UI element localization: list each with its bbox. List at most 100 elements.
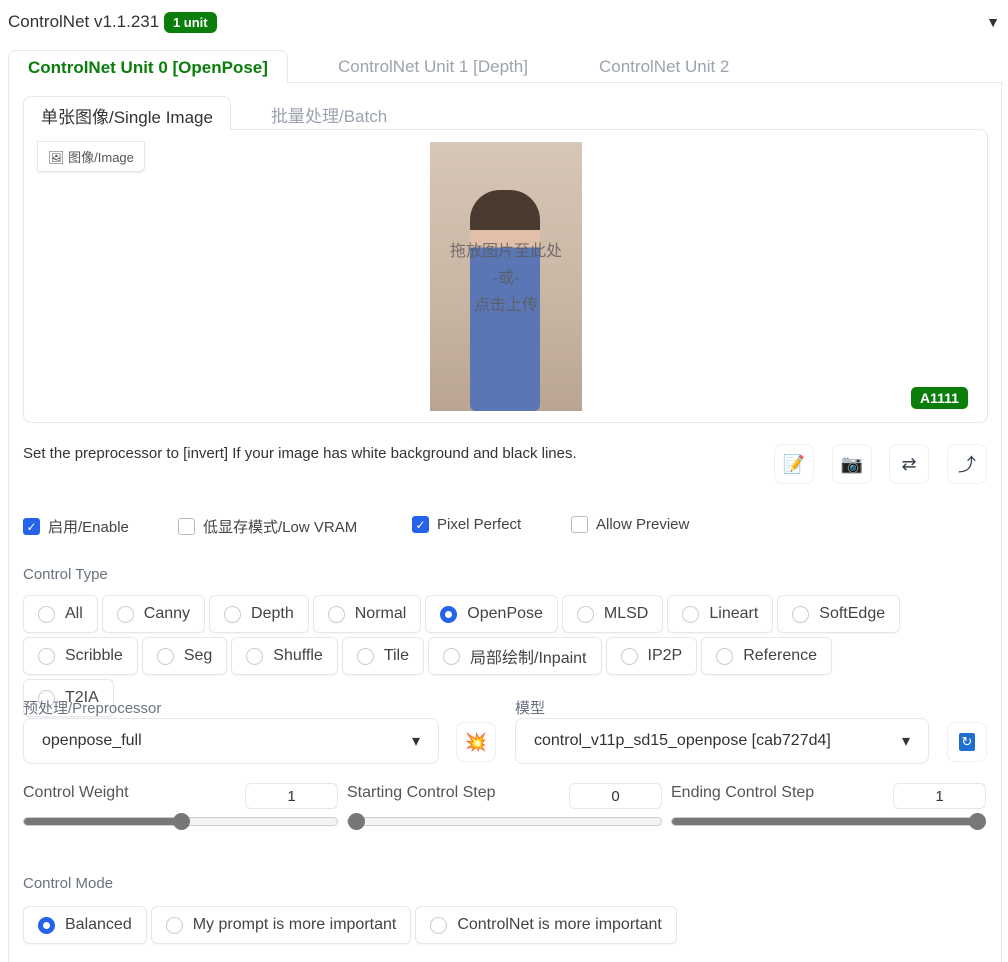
header[interactable]: ControlNet v1.1.231 1 unit — [8, 12, 217, 33]
radio-option[interactable]: Scribble — [23, 637, 138, 675]
radio-option[interactable]: Depth — [209, 595, 309, 633]
drop-line: 拖放图片至此处 — [449, 243, 562, 260]
radio-label: OpenPose — [467, 605, 543, 622]
low-vram-checkbox[interactable]: 低显存模式/Low VRAM — [178, 516, 357, 537]
radio-option[interactable]: MLSD — [561, 595, 664, 633]
check-icon: ✓ — [412, 516, 429, 533]
tab-single-image[interactable]: 单张图像/Single Image — [23, 96, 231, 130]
radio-option[interactable]: Lineart — [667, 595, 774, 633]
radio-label: IP2P — [647, 647, 683, 664]
radio-dot — [356, 647, 374, 665]
tab-unit-0[interactable]: ControlNet Unit 0 [OpenPose] — [8, 50, 288, 83]
drop-hint: 拖放图片至此处 -或- 点击上传 — [430, 238, 582, 319]
radio-option[interactable]: SoftEdge — [777, 595, 901, 633]
radio-option[interactable]: OpenPose — [425, 595, 558, 633]
checkbox-box — [571, 516, 588, 533]
radio-option[interactable]: Reference — [701, 637, 833, 675]
tab-unit-1[interactable]: ControlNet Unit 1 [Depth] — [319, 50, 547, 83]
hint-text: Set the preprocessor to [invert] If your… — [23, 445, 577, 462]
radio-label: Shuffle — [273, 647, 323, 664]
pixel-perfect-checkbox[interactable]: ✓ Pixel Perfect — [412, 516, 521, 533]
radio-dot — [576, 605, 594, 623]
slider-track[interactable] — [347, 813, 662, 830]
radio-dot — [38, 916, 55, 934]
image-icon: 🖼 — [48, 150, 65, 165]
slider-track[interactable] — [671, 813, 987, 830]
control-mode-group: Balanced My prompt is more important Contr… — [23, 906, 923, 944]
radio-option[interactable]: Shuffle — [231, 637, 338, 675]
radio-label: Normal — [354, 605, 407, 622]
radio-option[interactable]: Balanced — [23, 906, 147, 944]
slider-track[interactable] — [23, 813, 338, 830]
radio-label: All — [65, 605, 83, 622]
allow-preview-checkbox[interactable]: Allow Preview — [571, 516, 689, 533]
radio-label: Balanced — [65, 916, 132, 933]
radio-option[interactable]: IP2P — [605, 637, 698, 675]
drop-line: -或- — [492, 270, 520, 287]
unit-count-badge: 1 unit — [163, 12, 217, 33]
run-preprocessor-icon[interactable]: 💥 — [456, 722, 496, 762]
radio-dot — [440, 605, 458, 623]
checkbox-label: Pixel Perfect — [437, 516, 522, 533]
radio-dot — [38, 647, 55, 665]
radio-dot — [165, 916, 183, 934]
radio-dot — [620, 647, 638, 665]
slider-number-input[interactable]: 1 — [245, 783, 338, 809]
radio-label: ControlNet is more important — [457, 916, 662, 933]
swap-icon[interactable]: ⇄ — [889, 444, 929, 484]
check-icon: ✓ — [23, 518, 40, 535]
slider-label: Ending Control Step — [671, 784, 815, 801]
slider-label: Starting Control Step — [347, 784, 496, 801]
radio-label: MLSD — [603, 605, 649, 622]
control-mode-label: Control Mode — [23, 875, 114, 892]
model-value: control_v11p_sd15_openpose [cab727d4] — [534, 732, 831, 749]
preprocessor-label: 预处理/Preprocessor — [23, 700, 162, 717]
radio-dot — [443, 647, 460, 665]
radio-label: Canny — [143, 605, 191, 622]
radio-dot — [716, 647, 734, 665]
collapse-icon[interactable]: ▼ — [986, 14, 1000, 30]
preprocessor-select[interactable]: openpose_full ▾ — [23, 718, 439, 764]
radio-option[interactable]: Tile — [341, 637, 424, 675]
chevron-down-icon: ▾ — [411, 733, 420, 750]
radio-label: Depth — [251, 605, 294, 622]
radio-option[interactable]: Normal — [312, 595, 422, 633]
radio-label: My prompt is more important — [192, 916, 397, 933]
model-select[interactable]: control_v11p_sd15_openpose [cab727d4] ▾ — [515, 718, 929, 764]
radio-option[interactable]: All — [23, 595, 98, 633]
checkbox-label: 启用/Enable — [48, 519, 129, 536]
radio-option[interactable]: Canny — [101, 595, 206, 633]
image-label-text: 图像/Image — [68, 150, 134, 165]
slider-number-input[interactable]: 0 — [569, 783, 662, 809]
slider-fill — [672, 818, 985, 825]
checkbox-box — [178, 518, 195, 535]
radio-dot — [430, 916, 448, 934]
radio-dot — [246, 647, 264, 665]
tab-batch[interactable]: 批量处理/Batch — [254, 96, 404, 130]
send-icon[interactable]: ⤴ — [947, 444, 987, 484]
radio-dot — [116, 605, 134, 623]
radio-dot — [38, 605, 55, 623]
radio-label: Reference — [743, 647, 818, 664]
refresh-icon[interactable]: ↻ — [947, 722, 987, 762]
camera-icon[interactable]: 📷 — [832, 444, 872, 484]
slider-thumb[interactable] — [347, 813, 365, 830]
radio-option[interactable]: My prompt is more important — [150, 906, 412, 944]
slider-label: Control Weight — [23, 784, 129, 801]
slider-thumb[interactable] — [172, 813, 190, 830]
radio-label: Scribble — [65, 647, 123, 664]
radio-dot — [156, 647, 174, 665]
enable-checkbox[interactable]: ✓ 启用/Enable — [23, 516, 129, 537]
radio-option[interactable]: 局部绘制/Inpaint — [428, 637, 602, 675]
radio-option[interactable]: ControlNet is more important — [415, 906, 677, 944]
tab-unit-2[interactable]: ControlNet Unit 2 — [580, 50, 748, 83]
radio-label: Seg — [183, 647, 213, 664]
header-title: ControlNet v1.1.231 — [8, 12, 160, 31]
memo-icon[interactable]: 📝 — [774, 444, 814, 484]
radio-dot — [327, 605, 345, 623]
radio-label: 局部绘制/Inpaint — [470, 650, 587, 667]
radio-label: SoftEdge — [819, 605, 886, 622]
radio-label: Tile — [383, 647, 409, 664]
slider-number-input[interactable]: 1 — [893, 783, 986, 809]
radio-option[interactable]: Seg — [141, 637, 228, 675]
